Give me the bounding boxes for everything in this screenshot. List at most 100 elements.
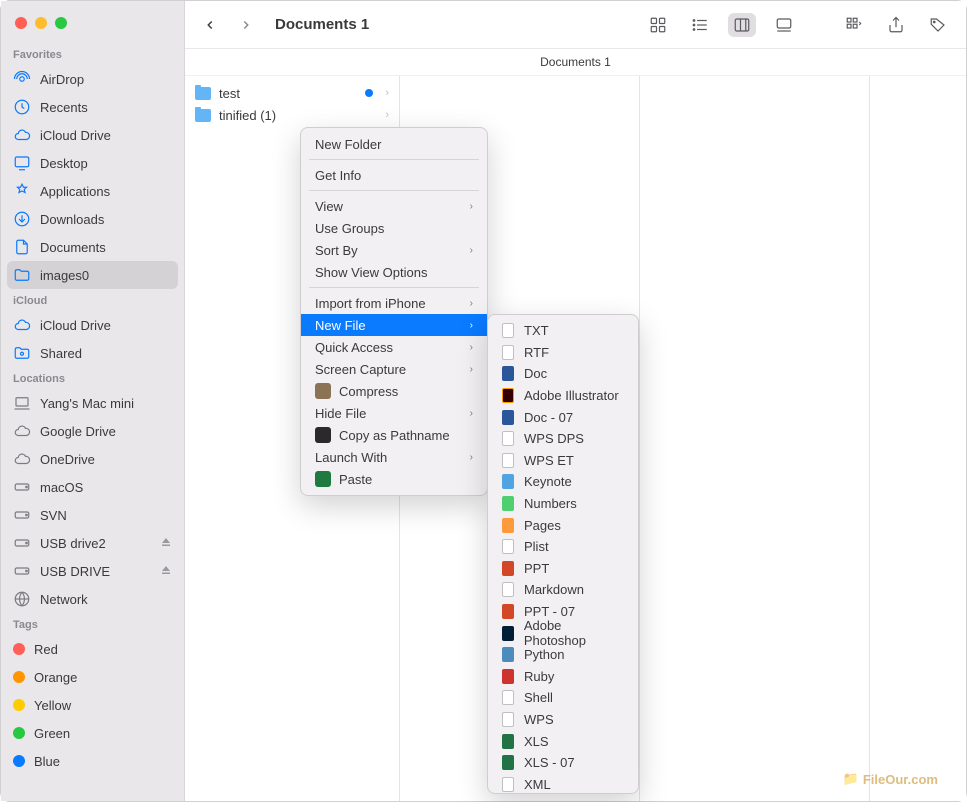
file-item[interactable]: test›: [185, 82, 399, 104]
submenu-item-doc[interactable]: Doc: [488, 363, 638, 385]
submenu-item-adobe-photoshop[interactable]: Adobe Photoshop: [488, 622, 638, 644]
sidebar-item-label: Network: [40, 592, 88, 607]
menu-item-paste[interactable]: Paste: [301, 468, 487, 490]
tag-item-red[interactable]: Red: [1, 635, 184, 663]
tag-item-green[interactable]: Green: [1, 719, 184, 747]
menu-item-screen-capture[interactable]: Screen Capture›: [301, 358, 487, 380]
sidebar-item-documents[interactable]: Documents: [1, 233, 184, 261]
menu-item-copy-as-pathname[interactable]: Copy as Pathname: [301, 424, 487, 446]
submenu-item-label: PPT - 07: [524, 604, 575, 619]
sidebar-item-images0[interactable]: images0: [7, 261, 178, 289]
close-window-button[interactable]: [15, 17, 27, 29]
submenu-item-ruby[interactable]: Ruby: [488, 666, 638, 688]
group-button[interactable]: [840, 13, 868, 37]
menu-item-quick-access[interactable]: Quick Access›: [301, 336, 487, 358]
disk-icon: [13, 562, 31, 580]
submenu-item-xls[interactable]: XLS: [488, 730, 638, 752]
submenu-item-markdown[interactable]: Markdown: [488, 579, 638, 601]
column-view-button[interactable]: [728, 13, 756, 37]
file-type-icon: [500, 604, 516, 620]
sidebar-item-shared[interactable]: Shared: [1, 339, 184, 367]
file-type-icon: [500, 452, 516, 468]
sidebar-item-downloads[interactable]: Downloads: [1, 205, 184, 233]
forward-button[interactable]: [235, 14, 257, 36]
sidebar-item-desktop[interactable]: Desktop: [1, 149, 184, 177]
sidebar-item-airdrop[interactable]: AirDrop: [1, 65, 184, 93]
menu-item-launch-with[interactable]: Launch With›: [301, 446, 487, 468]
share-button[interactable]: [882, 13, 910, 37]
sidebar-item-svn[interactable]: SVN: [1, 501, 184, 529]
airdrop-icon: [13, 70, 31, 88]
tag-button[interactable]: [924, 13, 952, 37]
submenu-item-pages[interactable]: Pages: [488, 514, 638, 536]
submenu-item-numbers[interactable]: Numbers: [488, 493, 638, 515]
submenu-item-xml[interactable]: XML: [488, 773, 638, 795]
tag-item-yellow[interactable]: Yellow: [1, 691, 184, 719]
sidebar-item-yang-s-mac-mini[interactable]: Yang's Mac mini: [1, 389, 184, 417]
sidebar-item-icloud-drive[interactable]: iCloud Drive: [1, 311, 184, 339]
sidebar-item-google-drive[interactable]: Google Drive: [1, 417, 184, 445]
submenu-item-wps-et[interactable]: WPS ET: [488, 450, 638, 472]
tags-header: Tags: [1, 613, 184, 635]
eject-icon[interactable]: [160, 564, 172, 579]
submenu-item-rtf[interactable]: RTF: [488, 342, 638, 364]
tag-item-blue[interactable]: Blue: [1, 747, 184, 775]
submenu-item-wps[interactable]: WPS: [488, 709, 638, 731]
gallery-view-button[interactable]: [770, 13, 798, 37]
watermark-icon: 📁: [843, 771, 859, 787]
tag-dot-icon: [365, 89, 373, 97]
sidebar-item-applications[interactable]: Applications: [1, 177, 184, 205]
submenu-item-doc-07[interactable]: Doc - 07: [488, 406, 638, 428]
icloud-header: iCloud: [1, 289, 184, 311]
sidebar-item-usb-drive2[interactable]: USB drive2: [1, 529, 184, 557]
sidebar-item-usb-drive[interactable]: USB DRIVE: [1, 557, 184, 585]
tag-item-orange[interactable]: Orange: [1, 663, 184, 691]
sidebar-item-macos[interactable]: macOS: [1, 473, 184, 501]
minimize-window-button[interactable]: [35, 17, 47, 29]
sidebar-item-onedrive[interactable]: OneDrive: [1, 445, 184, 473]
back-button[interactable]: [199, 14, 221, 36]
disk-icon: [13, 534, 31, 552]
file-type-icon: [500, 366, 516, 382]
menu-item-sort-by[interactable]: Sort By›: [301, 239, 487, 261]
submenu-item-txt[interactable]: TXT: [488, 320, 638, 342]
sidebar-item-icloud-drive[interactable]: iCloud Drive: [1, 121, 184, 149]
eject-icon[interactable]: [160, 536, 172, 551]
submenu-item-wps-dps[interactable]: WPS DPS: [488, 428, 638, 450]
submenu-item-xls-07[interactable]: XLS - 07: [488, 752, 638, 774]
file-type-icon: [500, 668, 516, 684]
submenu-item-shell[interactable]: Shell: [488, 687, 638, 709]
menu-item-new-file[interactable]: New File›: [301, 314, 487, 336]
sidebar-item-label: USB drive2: [40, 536, 106, 551]
icon-view-button[interactable]: [644, 13, 672, 37]
menu-item-view[interactable]: View›: [301, 195, 487, 217]
menu-item-get-info[interactable]: Get Info: [301, 164, 487, 186]
file-type-icon: [500, 474, 516, 490]
menu-item-hide-file[interactable]: Hide File›: [301, 402, 487, 424]
menu-item-label: Copy as Pathname: [339, 428, 450, 443]
menu-item-show-view-options[interactable]: Show View Options: [301, 261, 487, 283]
menu-item-compress[interactable]: Compress: [301, 380, 487, 402]
file-type-icon: [500, 431, 516, 447]
menu-item-import-from-iphone[interactable]: Import from iPhone›: [301, 292, 487, 314]
sidebar-item-network[interactable]: Network: [1, 585, 184, 613]
submenu-item-ppt[interactable]: PPT: [488, 558, 638, 580]
submenu-item-plist[interactable]: Plist: [488, 536, 638, 558]
maximize-window-button[interactable]: [55, 17, 67, 29]
menu-item-new-folder[interactable]: New Folder: [301, 133, 487, 155]
submenu-item-label: Doc: [524, 366, 547, 381]
menu-item-label: Hide File: [315, 406, 366, 421]
file-type-icon: [500, 496, 516, 512]
window-title: Documents 1: [275, 16, 369, 33]
submenu-item-label: XLS - 07: [524, 755, 575, 770]
submenu-item-adobe-illustrator[interactable]: Adobe Illustrator: [488, 385, 638, 407]
sidebar-item-recents[interactable]: Recents: [1, 93, 184, 121]
file-type-icon: [500, 776, 516, 792]
menu-item-use-groups[interactable]: Use Groups: [301, 217, 487, 239]
list-view-button[interactable]: [686, 13, 714, 37]
path-bar[interactable]: Documents 1: [185, 49, 966, 76]
submenu-item-keynote[interactable]: Keynote: [488, 471, 638, 493]
file-item[interactable]: tinified (1)›: [185, 104, 399, 126]
menu-separator: [309, 190, 479, 191]
computer-icon: [13, 394, 31, 412]
